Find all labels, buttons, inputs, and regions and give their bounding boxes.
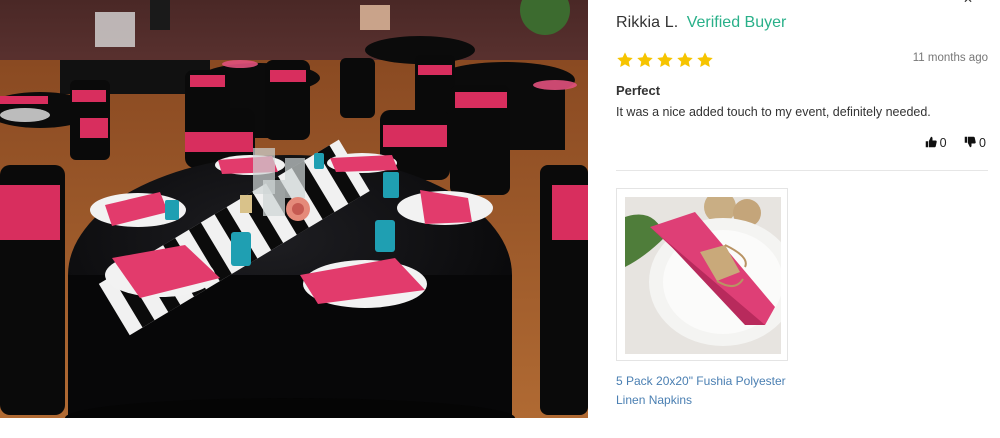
- star-icon: [696, 51, 714, 69]
- star-rating: [616, 51, 716, 71]
- thumbs-up-button[interactable]: 0: [925, 136, 947, 150]
- reviewer-line: Rikkia L. Verified Buyer: [616, 14, 786, 36]
- thumbs-down-icon: [964, 136, 976, 148]
- reviewer-name: Rikkia L.: [616, 14, 679, 31]
- helpful-votes: 0 0: [911, 136, 986, 152]
- thumbs-down-button[interactable]: 0: [964, 136, 986, 150]
- review-date: 11 months ago: [912, 52, 988, 64]
- thumbs-down-count: 0: [979, 136, 986, 150]
- review-panel: Rikkia L. Verified Buyer 11 months ago P…: [616, 0, 988, 438]
- verified-buyer-badge: Verified Buyer: [686, 14, 787, 31]
- star-icon: [616, 51, 634, 69]
- product-image: [625, 197, 781, 354]
- review-body: It was a nice added touch to my event, d…: [616, 105, 931, 119]
- event-table-photo: [0, 0, 588, 418]
- thumbs-up-icon: [925, 136, 937, 148]
- review-title: Perfect: [616, 83, 661, 98]
- star-icon: [636, 51, 654, 69]
- product-thumbnail-card[interactable]: [616, 188, 788, 361]
- star-icon: [656, 51, 674, 69]
- thumbs-up-count: 0: [939, 136, 947, 150]
- review-photo[interactable]: [0, 0, 588, 418]
- star-icon: [676, 51, 694, 69]
- divider: [616, 170, 988, 171]
- product-link[interactable]: 5 Pack 20x20" Fushia Polyester Linen Nap…: [616, 372, 796, 410]
